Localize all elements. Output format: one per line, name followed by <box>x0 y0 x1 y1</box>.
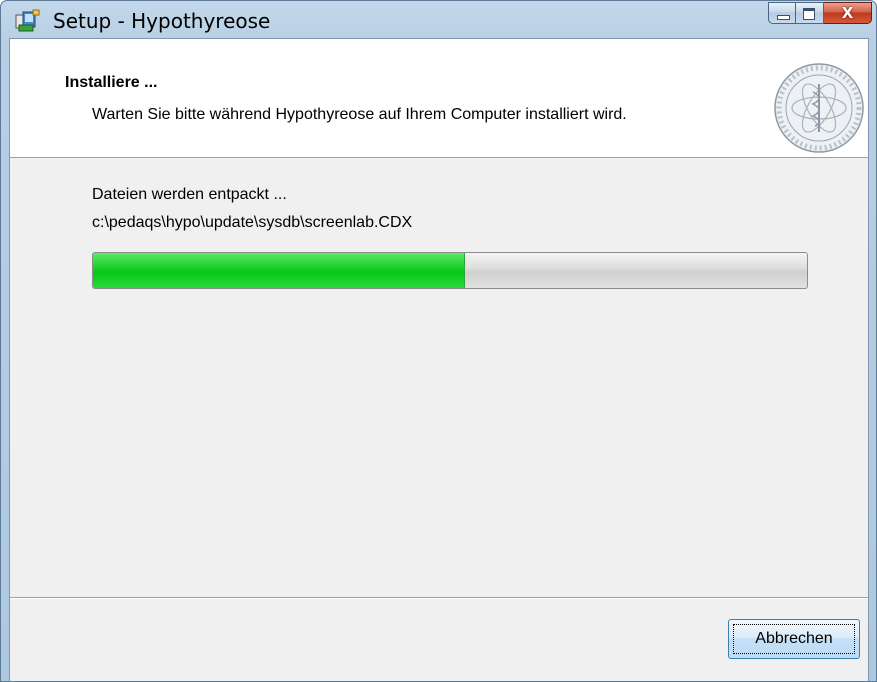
window-title: Setup - Hypothyreose <box>53 9 271 33</box>
window-controls: X <box>768 2 872 26</box>
setup-app-icon[interactable] <box>15 9 41 33</box>
progress-fill <box>93 253 466 288</box>
cancel-button[interactable]: Abbrechen <box>728 619 860 659</box>
minimize-button[interactable] <box>768 2 796 24</box>
client-area: Installiere ... Warten Sie bitte während… <box>9 38 869 681</box>
header-panel: Installiere ... Warten Sie bitte während… <box>10 39 868 158</box>
page-subtitle: Warten Sie bitte während Hypothyreose au… <box>92 106 627 123</box>
university-seal-logo <box>773 62 865 154</box>
title-bar[interactable]: Setup - Hypothyreose X <box>1 1 876 38</box>
close-icon: X <box>841 4 854 22</box>
status-label: Dateien werden entpackt ... <box>92 186 287 203</box>
setup-window: Setup - Hypothyreose X Installiere ... W… <box>0 0 877 682</box>
page-title: Installiere ... <box>65 74 158 91</box>
footer-divider <box>10 597 868 599</box>
maximize-button[interactable] <box>796 2 824 24</box>
close-button[interactable]: X <box>824 2 872 24</box>
current-file-path: c:\pedaqs\hypo\update\sysdb\screenlab.CD… <box>92 214 413 231</box>
minimize-icon <box>777 15 790 20</box>
focus-rectangle <box>733 624 855 654</box>
maximize-icon <box>803 8 815 20</box>
install-progress-bar <box>92 252 808 289</box>
